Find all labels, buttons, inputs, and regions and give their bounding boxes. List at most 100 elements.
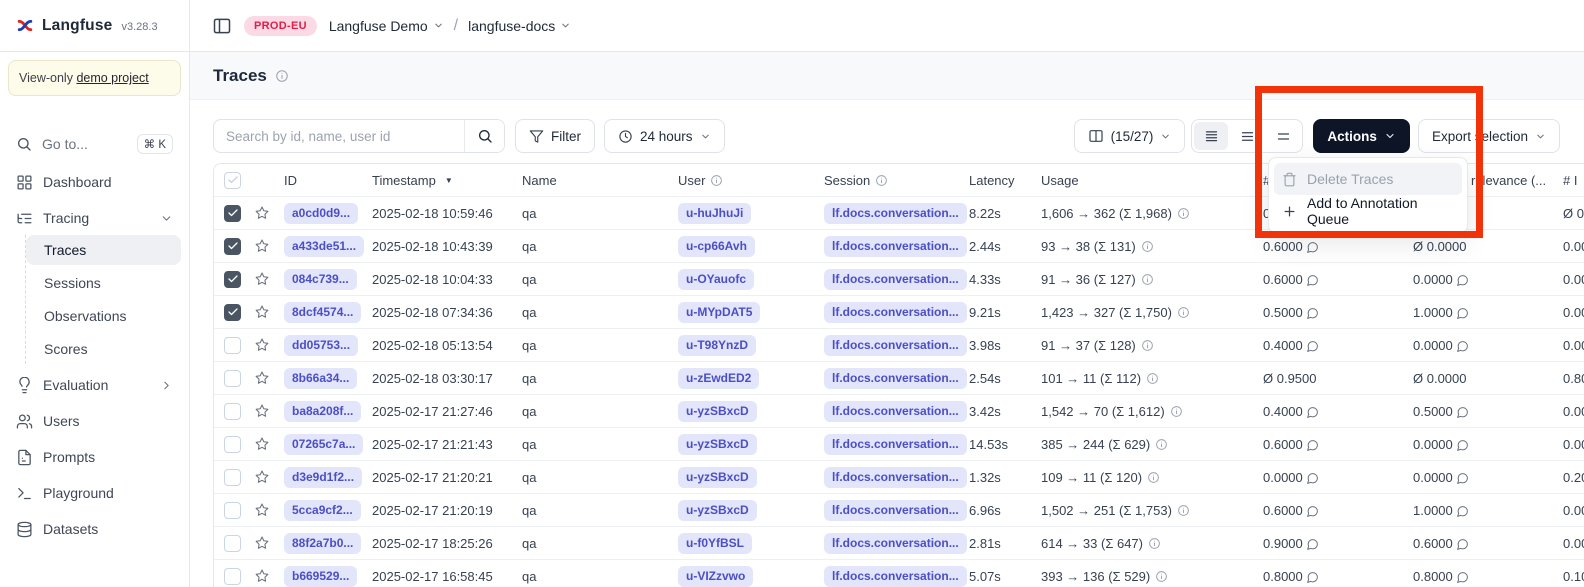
bookmark-star-icon[interactable] <box>254 238 282 254</box>
trace-id-badge[interactable]: dd05753... <box>284 335 358 356</box>
session-badge[interactable]: lf.docs.conversation... <box>824 533 967 554</box>
sort-desc-icon[interactable]: ▼ <box>445 176 453 185</box>
session-badge[interactable]: lf.docs.conversation... <box>824 368 967 389</box>
user-badge[interactable]: u-yzSBxcD <box>678 467 757 488</box>
sidebar-item-scores[interactable]: Scores <box>26 334 181 364</box>
trace-id-badge[interactable]: a433de51... <box>284 236 364 257</box>
row-checkbox[interactable] <box>224 568 241 585</box>
trace-id-badge[interactable]: d3e9d1f2... <box>284 467 362 488</box>
row-checkbox[interactable] <box>224 238 241 255</box>
trace-id-badge[interactable]: b669529... <box>284 566 357 587</box>
user-badge[interactable]: u-yzSBxcD <box>678 401 757 422</box>
row-checkbox[interactable] <box>224 535 241 552</box>
row-height-medium-button[interactable] <box>1230 122 1264 150</box>
table-row[interactable]: d3e9d1f2...2025-02-17 21:20:21qau-yzSBxc… <box>214 461 1584 494</box>
row-checkbox[interactable] <box>224 304 241 321</box>
table-row[interactable]: ba8a208f...2025-02-17 21:27:46qau-yzSBxc… <box>214 395 1584 428</box>
bookmark-star-icon[interactable] <box>254 469 282 485</box>
table-row[interactable]: b669529...2025-02-17 16:58:45qau-VIZzvwo… <box>214 560 1584 587</box>
session-badge[interactable]: lf.docs.conversation... <box>824 434 967 455</box>
bookmark-star-icon[interactable] <box>254 271 282 287</box>
user-badge[interactable]: u-T98YnzD <box>678 335 756 356</box>
actions-button[interactable]: Actions <box>1313 119 1410 153</box>
user-badge[interactable]: u-MYpDAT5 <box>678 302 760 323</box>
search-input[interactable] <box>214 129 464 144</box>
table-row[interactable]: 5cca9cf2...2025-02-17 21:20:19qau-yzSBxc… <box>214 494 1584 527</box>
menu-item-add-to-annotation-queue[interactable]: Add to Annotation Queue <box>1274 195 1462 227</box>
export-selection-button[interactable]: Export selection <box>1418 119 1560 153</box>
select-all-checkbox[interactable] <box>224 172 241 189</box>
column-visibility-button[interactable]: (15/27) <box>1074 119 1186 153</box>
user-badge[interactable]: u-zEwdED2 <box>678 368 759 389</box>
trace-id-badge[interactable]: 8dcf4574... <box>284 302 361 323</box>
sidebar-item-prompts[interactable]: Prompts <box>8 442 181 472</box>
trace-id-badge[interactable]: 8b66a34... <box>284 368 357 389</box>
table-row[interactable]: 07265c7a...2025-02-17 21:21:43qau-yzSBxc… <box>214 428 1584 461</box>
bookmark-star-icon[interactable] <box>254 502 282 518</box>
table-row[interactable]: dd05753...2025-02-18 05:13:54qau-T98YnzD… <box>214 329 1584 362</box>
table-row[interactable]: 8dcf4574...2025-02-18 07:34:36qau-MYpDAT… <box>214 296 1584 329</box>
session-badge[interactable]: lf.docs.conversation... <box>824 236 967 257</box>
search-icon[interactable] <box>464 120 504 152</box>
row-checkbox[interactable] <box>224 502 241 519</box>
row-checkbox[interactable] <box>224 436 241 453</box>
time-range-button[interactable]: 24 hours <box>604 119 725 153</box>
bookmark-star-icon[interactable] <box>254 436 282 452</box>
row-checkbox[interactable] <box>224 205 241 222</box>
sidebar-item-observations[interactable]: Observations <box>26 301 181 331</box>
session-badge[interactable]: lf.docs.conversation... <box>824 401 967 422</box>
row-checkbox[interactable] <box>224 469 241 486</box>
session-badge[interactable]: lf.docs.conversation... <box>824 302 967 323</box>
user-badge[interactable]: u-OYauofc <box>678 269 754 290</box>
bookmark-star-icon[interactable] <box>254 205 282 221</box>
sidebar-item-dashboard[interactable]: Dashboard <box>8 167 181 197</box>
user-badge[interactable]: u-VIZzvwo <box>678 566 753 587</box>
trace-id-badge[interactable]: ba8a208f... <box>284 401 361 422</box>
sidebar-item-evaluation[interactable]: Evaluation <box>8 370 181 400</box>
sidebar-item-playground[interactable]: Playground <box>8 478 181 508</box>
trace-id-badge[interactable]: 88f2a7b0... <box>284 533 361 554</box>
user-badge[interactable]: u-cp66Avh <box>678 236 755 257</box>
sidebar-item-sessions[interactable]: Sessions <box>26 268 181 298</box>
user-badge[interactable]: u-yzSBxcD <box>678 500 757 521</box>
row-checkbox[interactable] <box>224 403 241 420</box>
bookmark-star-icon[interactable] <box>254 337 282 353</box>
bookmark-star-icon[interactable] <box>254 403 282 419</box>
menu-item-delete-traces[interactable]: Delete Traces <box>1274 163 1462 195</box>
trace-id-badge[interactable]: 07265c7a... <box>284 434 363 455</box>
user-badge[interactable]: u-yzSBxcD <box>678 434 757 455</box>
project-switcher[interactable]: langfuse-docs <box>468 18 571 34</box>
session-badge[interactable]: lf.docs.conversation... <box>824 335 967 356</box>
bookmark-star-icon[interactable] <box>254 304 282 320</box>
row-checkbox[interactable] <box>224 271 241 288</box>
trace-id-badge[interactable]: a0cd0d9... <box>284 203 358 224</box>
session-badge[interactable]: lf.docs.conversation... <box>824 269 967 290</box>
session-badge[interactable]: lf.docs.conversation... <box>824 203 967 224</box>
goto-search[interactable]: Go to... ⌘ K <box>8 129 181 159</box>
table-row[interactable]: 084c739...2025-02-18 10:04:33qau-OYauofc… <box>214 263 1584 296</box>
user-badge[interactable]: u-huJhuJi <box>678 203 751 224</box>
row-checkbox[interactable] <box>224 370 241 387</box>
table-row[interactable]: a433de51...2025-02-18 10:43:39qau-cp66Av… <box>214 230 1584 263</box>
row-checkbox[interactable] <box>224 337 241 354</box>
bookmark-star-icon[interactable] <box>254 535 282 551</box>
row-height-small-button[interactable] <box>1194 122 1228 150</box>
sidebar-item-users[interactable]: Users <box>8 406 181 436</box>
sidebar-item-traces[interactable]: Traces <box>26 235 181 265</box>
panel-left-icon[interactable] <box>212 16 232 36</box>
session-badge[interactable]: lf.docs.conversation... <box>824 467 967 488</box>
trace-id-badge[interactable]: 5cca9cf2... <box>284 500 361 521</box>
row-height-large-button[interactable] <box>1266 122 1300 150</box>
table-row[interactable]: 8b66a34...2025-02-18 03:30:17qau-zEwdED2… <box>214 362 1584 395</box>
bookmark-star-icon[interactable] <box>254 568 282 584</box>
sidebar-item-tracing[interactable]: Tracing <box>8 203 181 233</box>
table-row[interactable]: 88f2a7b0...2025-02-17 18:25:26qau-f0YfBS… <box>214 527 1584 560</box>
session-badge[interactable]: lf.docs.conversation... <box>824 566 967 587</box>
bookmark-star-icon[interactable] <box>254 370 282 386</box>
user-badge[interactable]: u-f0YfBSL <box>678 533 752 554</box>
demo-project-link[interactable]: demo project <box>76 71 148 85</box>
org-switcher[interactable]: Langfuse Demo <box>329 18 444 34</box>
trace-id-badge[interactable]: 084c739... <box>284 269 357 290</box>
session-badge[interactable]: lf.docs.conversation... <box>824 500 967 521</box>
filter-button[interactable]: Filter <box>515 119 595 153</box>
